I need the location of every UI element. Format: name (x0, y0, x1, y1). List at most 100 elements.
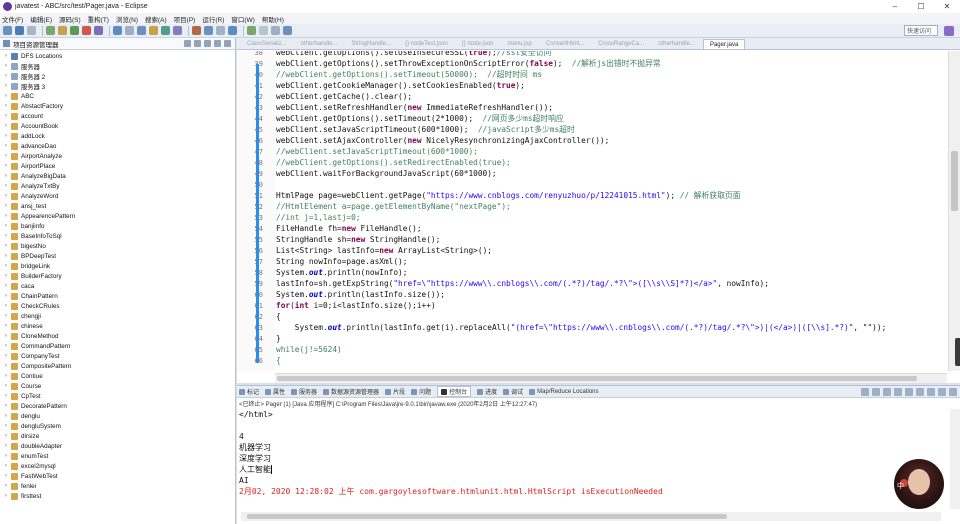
open-type-icon[interactable] (149, 26, 158, 35)
tree-item[interactable]: › account (0, 111, 236, 121)
code-line[interactable]: 59 lastInfo=sh.getExpString("href=\"https… (237, 278, 769, 289)
tree-item[interactable]: › bigestNo (0, 241, 236, 251)
minimize-button[interactable]: – (882, 0, 908, 13)
console-tab[interactable]: 属性 (265, 387, 285, 396)
menu-item[interactable]: 编辑(E) (30, 14, 52, 24)
tree-item[interactable]: › AirportPlace (0, 161, 236, 171)
collapse-all-icon[interactable] (184, 40, 191, 47)
menu-item[interactable]: 重构(T) (88, 14, 109, 24)
menu-item[interactable]: 帮助(H) (262, 14, 284, 24)
tree-item[interactable]: › AnalyzeBigData (0, 171, 236, 181)
console-tab[interactable]: 进度 (477, 387, 497, 396)
tree-item[interactable]: › BPDeepTest (0, 251, 236, 261)
code-line[interactable]: 53 //int j=1,lastj=0; (237, 212, 360, 223)
stop-icon[interactable] (82, 26, 91, 35)
new-class-icon[interactable] (137, 26, 146, 35)
tree-item[interactable]: › CommandPattern (0, 341, 236, 351)
code-line[interactable]: 40 //webClient.getOptions().setTimeout(50… (237, 69, 542, 80)
new-package-icon[interactable] (125, 26, 134, 35)
tree-item[interactable]: › advanceDao (0, 141, 236, 151)
view-menu-icon[interactable] (204, 40, 211, 47)
console-tab[interactable]: Map/Reduce Locations (529, 388, 599, 395)
tree-item[interactable]: › CpTest (0, 391, 236, 401)
tree-item[interactable]: › CheckCRules (0, 301, 236, 311)
code-line[interactable]: 54 FileHandle fh= new FileHandle(); (237, 223, 421, 234)
maximize-view-icon[interactable] (224, 40, 231, 47)
code-line[interactable]: 51 HtmlPage page=webClient.getPage("https… (237, 190, 740, 201)
editor-tab[interactable]: CrossRangeCa... (592, 39, 650, 49)
toggle-mark-icon[interactable] (271, 26, 280, 35)
editor-tab[interactable]: {} nodeTest.json (399, 39, 454, 49)
tree-item[interactable]: › enumTest (0, 451, 236, 461)
menu-item[interactable]: 源码(S) (59, 14, 81, 24)
tree-item[interactable]: › chengji (0, 311, 236, 321)
code-line[interactable]: 62 { (237, 311, 280, 322)
new-icon[interactable] (3, 26, 12, 35)
pin-icon[interactable] (247, 26, 256, 35)
tree-item[interactable]: › ABC (0, 91, 236, 101)
console-tab[interactable]: 片段 (385, 387, 405, 396)
close-button[interactable]: ✕ (934, 0, 960, 13)
tree-item[interactable]: › bridgeLink (0, 261, 236, 271)
external-tools-icon[interactable] (94, 26, 103, 35)
tree-item[interactable]: › AnalyzeWord (0, 191, 236, 201)
code-line[interactable]: 45 webClient.setJavaScriptTimeout(600*100… (237, 124, 574, 135)
tree-item[interactable]: › Contiue (0, 371, 236, 381)
code-line[interactable]: 46 webClient.setAjaxController(new Nicely… (237, 135, 609, 146)
code-line[interactable]: 38 webClient.getOptions().setUseInsecureS… (237, 51, 551, 58)
side-panel-handle[interactable] (955, 338, 960, 366)
tree-item[interactable]: › caca (0, 281, 236, 291)
open-console-icon[interactable] (927, 388, 935, 396)
word-wrap-icon[interactable] (905, 388, 913, 396)
code-line[interactable]: 52 //HtmlElement a=page.getElementByName(… (237, 201, 510, 212)
tree-item[interactable]: › CloneMethod (0, 331, 236, 341)
tree-item[interactable]: › AccountBook (0, 121, 236, 131)
editor-tab[interactable]: otherhandle... (652, 39, 701, 49)
annotation-icon[interactable] (173, 26, 182, 35)
new-java-project-icon[interactable] (113, 26, 122, 35)
tree-item[interactable]: › AnalyzeTxtBy (0, 181, 236, 191)
code-line[interactable]: 64} (237, 333, 280, 344)
code-line[interactable]: 58 System. out .println(nowInfo); (237, 267, 407, 278)
save-icon[interactable] (15, 26, 24, 35)
print-icon[interactable] (27, 26, 36, 35)
console-horizontal-scrollbar[interactable] (241, 512, 941, 521)
minimize-view-icon[interactable] (214, 40, 221, 47)
code-line[interactable]: 61 for(int i=0;i<lastInfo.size();i++) (237, 300, 435, 311)
maximize-view-icon[interactable] (949, 388, 957, 396)
code-area[interactable]: 38 webClient.getOptions().setUseInsecureS… (237, 51, 947, 371)
remove-launch-icon[interactable] (872, 388, 880, 396)
tree-item[interactable]: › AbstactFactory (0, 101, 236, 111)
tree-item[interactable]: › chinese (0, 321, 236, 331)
tree-item[interactable]: › ChainPattern (0, 291, 236, 301)
code-line[interactable]: 50 (237, 179, 276, 190)
code-line[interactable]: 60 System. out .println(lastInfo.size()); (237, 289, 445, 300)
menu-item[interactable]: 窗口(W) (231, 14, 254, 24)
tree-item[interactable]: › Course (0, 381, 236, 391)
editor-horizontal-scrollbar[interactable] (275, 373, 947, 383)
code-line[interactable]: 56 List<String> lastInfo= new ArrayList<St… (237, 245, 492, 256)
menu-item[interactable]: 运行(R) (202, 14, 224, 24)
tree-item[interactable]: › addLock (0, 131, 236, 141)
code-line[interactable]: 39 webClient.getOptions().setThrowExcepti… (237, 58, 660, 69)
code-line[interactable]: 41 webClient.getCookieManager().setCookie… (237, 80, 524, 91)
scroll-lock-icon[interactable] (894, 388, 902, 396)
code-line[interactable]: 43 webClient.setRefreshHandler(new Immedi… (237, 102, 553, 113)
tree-item[interactable]: › BaseInfoToSql (0, 231, 236, 241)
code-line[interactable]: 65 while(j!=5624) (237, 344, 341, 355)
editor-tab[interactable]: {} node.json (456, 39, 500, 49)
tree-item[interactable]: › AirportAnalyze (0, 151, 236, 161)
editor-tab[interactable]: ClassSerializ... (241, 39, 293, 49)
console-tab[interactable]: 调试 (503, 387, 523, 396)
menu-item[interactable]: 搜索(A) (145, 14, 167, 24)
run-icon[interactable] (70, 26, 79, 35)
code-line[interactable]: 47 //webClient.setJavaScriptTimeout(600*1… (237, 146, 478, 157)
menu-item[interactable]: 项目(P) (174, 14, 196, 24)
prev-annotation-icon[interactable] (204, 26, 213, 35)
code-line[interactable]: 42 webClient.getCache().clear(); (237, 91, 412, 102)
console-output[interactable]: </html> 4 机器学习 深度学习 人工智能 AI 2月02, 2020 12:28:0… (239, 409, 663, 497)
editor-vertical-scrollbar[interactable] (948, 51, 960, 371)
next-annotation-icon[interactable] (192, 26, 201, 35)
tree-item[interactable]: › dirsize (0, 431, 236, 441)
tree-item[interactable]: › BuilderFactory (0, 271, 236, 281)
